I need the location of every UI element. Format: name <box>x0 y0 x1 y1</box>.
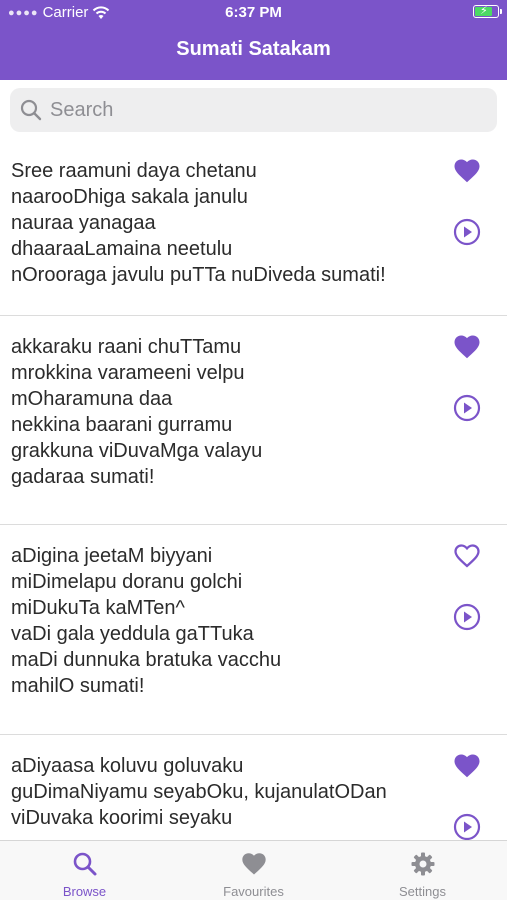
play-circle-icon[interactable] <box>453 394 481 422</box>
play-circle-icon[interactable] <box>453 603 481 631</box>
play-circle-icon[interactable] <box>453 218 481 246</box>
list-item[interactable]: aDigina jeetaM biyyani miDimelapu doranu… <box>0 525 507 735</box>
tab-settings[interactable]: Settings <box>338 841 507 900</box>
verse-text: akkaraku raani chuTTamu mrokkina varamee… <box>11 336 263 488</box>
search-bar[interactable] <box>10 88 497 132</box>
verse-text: aDiyaasa koluvu goluvaku guDimaNiyamu se… <box>11 755 387 829</box>
heart-filled-icon[interactable] <box>452 751 482 781</box>
heart-icon <box>241 853 266 875</box>
status-time: 6:37 PM <box>225 4 282 21</box>
search-icon <box>20 99 42 121</box>
verse-list[interactable]: Sree raamuni daya chetanu naarooDhiga sa… <box>0 140 507 840</box>
tab-label: Browse <box>62 884 107 899</box>
heart-filled-icon[interactable] <box>452 332 482 362</box>
tab-label: Settings <box>399 884 446 899</box>
tab-label: Favourites <box>223 884 284 899</box>
list-item[interactable]: aDiyaasa koluvu goluvaku guDimaNiyamu se… <box>0 735 507 840</box>
battery-icon: ⚡ <box>473 5 502 18</box>
verse-text: aDigina jeetaM biyyani miDimelapu doranu… <box>11 545 282 697</box>
tab-favourites[interactable]: Favourites <box>169 841 338 900</box>
tab-bar: Browse Favourites Settings <box>0 840 507 900</box>
heart-outline-icon[interactable] <box>452 541 482 571</box>
play-circle-icon[interactable] <box>453 813 481 840</box>
heart-filled-icon[interactable] <box>452 156 482 186</box>
search-icon <box>73 852 96 876</box>
tab-browse[interactable]: Browse <box>0 841 169 900</box>
page-title: Sumati Satakam <box>176 38 331 60</box>
gear-icon <box>411 852 434 876</box>
search-bar-container <box>0 80 507 140</box>
nav-header: ●●●● Carrier 6:37 PM ⚡ Sumati Satakam <box>0 0 507 80</box>
status-bar: ●●●● Carrier 6:37 PM ⚡ <box>0 0 507 28</box>
list-item[interactable]: Sree raamuni daya chetanu naarooDhiga sa… <box>0 140 507 316</box>
verse-text: Sree raamuni daya chetanu naarooDhiga sa… <box>11 160 386 286</box>
list-item[interactable]: akkaraku raani chuTTamu mrokkina varamee… <box>0 316 507 525</box>
search-input[interactable] <box>48 97 452 123</box>
